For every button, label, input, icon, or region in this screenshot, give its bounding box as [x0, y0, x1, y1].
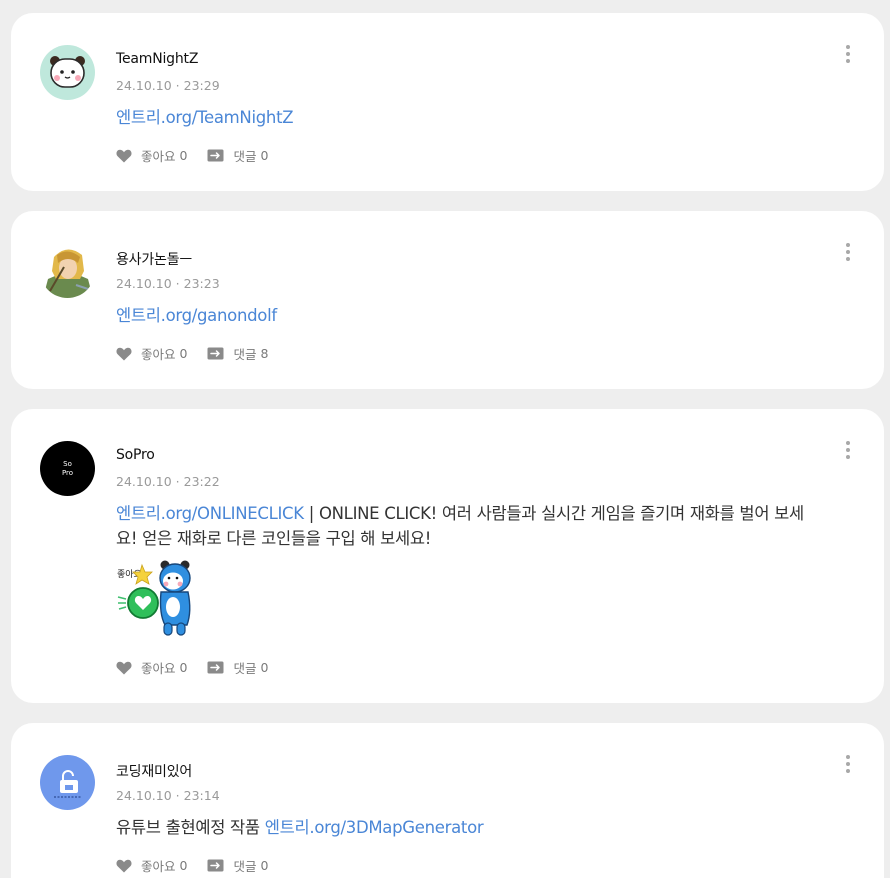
post-timestamp: 24.10.10 · 23:22	[116, 474, 220, 489]
heart-icon	[116, 859, 132, 872]
more-options-button[interactable]	[842, 43, 854, 65]
post-actions: 좋아요 0 댓글 0	[116, 658, 268, 677]
author-name[interactable]: TeamNightZ	[116, 51, 198, 67]
post-link[interactable]: 엔트리.org/3DMapGenerator	[265, 818, 484, 837]
post-time: 23:23	[183, 276, 220, 291]
post-content: 엔트리.org/ganondolf	[116, 303, 806, 328]
post-content: 유튜브 출현예정 작품 엔트리.org/3DMapGenerator	[116, 815, 806, 840]
author-name[interactable]: 코딩재미있어	[116, 761, 192, 781]
like-label: 좋아요	[141, 149, 176, 164]
post-content: 엔트리.org/TeamNightZ	[116, 105, 806, 130]
post-time: 23:14	[183, 788, 220, 803]
like-button[interactable]: 좋아요 0	[116, 146, 187, 165]
post-card: So Pro SoPro 24.10.10 · 23:22 엔트리.org/ONLI…	[11, 409, 884, 703]
comment-count: 0	[260, 858, 269, 873]
like-count: 0	[179, 346, 188, 361]
post-link[interactable]: 엔트리.org/ONLINECLICK	[116, 504, 304, 523]
post-actions: 좋아요 0 댓글 0	[116, 856, 268, 875]
post-date: 24.10.10	[116, 788, 172, 803]
author-avatar[interactable]	[40, 243, 95, 298]
post-timestamp: 24.10.10 · 23:23	[116, 276, 220, 291]
post-link[interactable]: 엔트리.org/TeamNightZ	[116, 108, 294, 127]
author-name[interactable]: 용사가논돌ㅡ	[116, 249, 192, 269]
post-date: 24.10.10	[116, 474, 172, 489]
comment-label: 댓글	[233, 347, 257, 362]
comment-label: 댓글	[233, 149, 257, 164]
like-sticker-image: 좋아요	[116, 559, 198, 641]
meta-separator: ·	[175, 474, 180, 489]
post-timestamp: 24.10.10 · 23:14	[116, 788, 220, 803]
meta-separator: ·	[175, 276, 180, 291]
meta-separator: ·	[175, 78, 180, 93]
post-timestamp: 24.10.10 · 23:29	[116, 78, 220, 93]
comment-count: 8	[260, 346, 269, 361]
post-date: 24.10.10	[116, 78, 172, 93]
avatar-text-line1: So	[63, 460, 72, 468]
like-button[interactable]: 좋아요 0	[116, 344, 187, 363]
like-label: 좋아요	[141, 859, 176, 874]
post-actions: 좋아요 0 댓글 8	[116, 344, 268, 363]
comment-count: 0	[260, 148, 269, 163]
sopro-logo-icon: So Pro	[40, 441, 95, 496]
avatar-text-line2: Pro	[62, 469, 73, 477]
comment-button[interactable]: 댓글 0	[207, 658, 268, 677]
like-count: 0	[179, 148, 188, 163]
meta-separator: ·	[175, 788, 180, 803]
author-avatar[interactable]: So Pro	[40, 441, 95, 496]
more-vertical-icon	[846, 45, 850, 49]
author-avatar[interactable]	[40, 755, 95, 810]
post-card: TeamNightZ 24.10.10 · 23:29 엔트리.org/TeamNi…	[11, 13, 884, 191]
comment-label: 댓글	[233, 859, 257, 874]
post-actions: 좋아요 0 댓글 0	[116, 146, 268, 165]
like-label: 좋아요	[141, 347, 176, 362]
like-count: 0	[179, 660, 188, 675]
comment-label: 댓글	[233, 661, 257, 676]
more-options-button[interactable]	[842, 241, 854, 263]
author-name[interactable]: SoPro	[116, 447, 155, 463]
comment-arrow-icon	[207, 859, 224, 872]
author-avatar[interactable]	[40, 45, 95, 100]
more-options-button[interactable]	[842, 439, 854, 461]
bear-heart-sticker-icon: 좋아요	[117, 560, 191, 636]
post-time: 23:29	[183, 78, 220, 93]
post-date: 24.10.10	[116, 276, 172, 291]
post-content: 엔트리.org/ONLINECLICK | ONLINE CLICK! 여러 사…	[116, 501, 806, 551]
white-bear-face-icon	[40, 45, 95, 100]
post-feed: TeamNightZ 24.10.10 · 23:29 엔트리.org/TeamNi…	[0, 0, 890, 878]
blue-lock-icon	[40, 755, 95, 810]
post-card: 용사가논돌ㅡ 24.10.10 · 23:23 엔트리.org/ganondolf …	[11, 211, 884, 389]
more-options-button[interactable]	[842, 753, 854, 775]
like-button[interactable]: 좋아요 0	[116, 658, 187, 677]
comment-arrow-icon	[207, 149, 224, 162]
heart-icon	[116, 149, 132, 162]
comment-button[interactable]: 댓글 0	[207, 146, 268, 165]
post-card: 코딩재미있어 24.10.10 · 23:14 유튜브 출현예정 작품 엔트리.or…	[11, 723, 884, 878]
like-label: 좋아요	[141, 661, 176, 676]
heart-icon	[116, 347, 132, 360]
heart-icon	[116, 661, 132, 674]
more-vertical-icon	[846, 441, 850, 445]
comment-button[interactable]: 댓글 8	[207, 344, 268, 363]
more-vertical-icon	[846, 243, 850, 247]
post-time: 23:22	[183, 474, 220, 489]
comment-arrow-icon	[207, 661, 224, 674]
comment-button[interactable]: 댓글 0	[207, 856, 268, 875]
game-character-icon	[40, 243, 95, 298]
comment-count: 0	[260, 660, 269, 675]
more-vertical-icon	[846, 755, 850, 759]
like-count: 0	[179, 858, 188, 873]
like-button[interactable]: 좋아요 0	[116, 856, 187, 875]
comment-arrow-icon	[207, 347, 224, 360]
post-text: 유튜브 출현예정 작품	[116, 818, 265, 837]
post-link[interactable]: 엔트리.org/ganondolf	[116, 306, 277, 325]
